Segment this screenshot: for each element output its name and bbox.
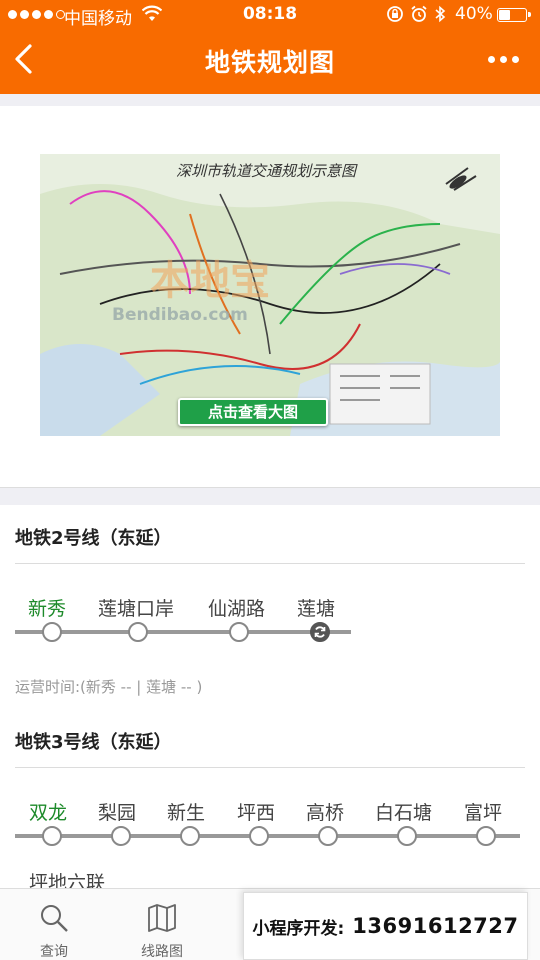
more-dots-icon[interactable] [488, 56, 519, 63]
tab-search[interactable]: 查询 [0, 889, 108, 960]
section-divider [0, 487, 540, 505]
station-label[interactable]: 白石塘 [375, 798, 432, 825]
station-label[interactable]: 富坪 [464, 798, 502, 825]
refresh-icon [314, 626, 326, 638]
section-divider [0, 94, 540, 106]
station-label[interactable]: 高桥 [306, 798, 344, 825]
status-icons [386, 5, 446, 28]
station-label[interactable]: 仙湖路 [208, 594, 265, 621]
station-node[interactable] [128, 622, 148, 642]
map-icon [147, 903, 177, 937]
metro-plan-map[interactable]: 本地宝 Bendibao.com 深圳市轨道交通规划示意图 点击查看大图 [40, 154, 500, 436]
page-title: 地铁规划图 [204, 48, 335, 77]
station-node[interactable] [111, 826, 131, 846]
station-label[interactable]: 新生 [167, 798, 205, 825]
station-label[interactable]: 坪西 [237, 798, 275, 825]
line-title: 地铁2号线（东延） [15, 528, 172, 549]
battery-percent: 40% [455, 4, 493, 24]
alarm-icon [410, 5, 428, 28]
station-node[interactable] [180, 826, 200, 846]
station-node[interactable] [318, 826, 338, 846]
promo-banner[interactable]: 小程序开发: 13691612727 [243, 892, 528, 960]
bluetooth-icon [434, 5, 446, 28]
battery-icon [497, 8, 531, 22]
map-graphic: 本地宝 Bendibao.com [40, 154, 500, 436]
station-node[interactable] [229, 622, 249, 642]
station-node[interactable] [476, 826, 496, 846]
station-node[interactable] [397, 826, 417, 846]
station-node[interactable] [249, 826, 269, 846]
tab-label: 线路图 [141, 944, 183, 960]
station-label[interactable]: 梨园 [98, 798, 136, 825]
view-large-map-button[interactable]: 点击查看大图 [178, 398, 328, 426]
station-label[interactable]: 莲塘口岸 [98, 594, 174, 621]
current-station-node[interactable] [310, 622, 330, 642]
tab-label: 查询 [40, 944, 68, 960]
line-track [15, 630, 351, 634]
map-title: 深圳市轨道交通规划示意图 [176, 162, 357, 180]
separator [15, 563, 525, 564]
station-node[interactable] [42, 622, 62, 642]
promo-phone: 13691612727 [352, 914, 519, 938]
separator [15, 767, 525, 768]
search-icon [39, 903, 69, 937]
tab-route-map[interactable]: 线路图 [108, 889, 216, 960]
line-title: 地铁3号线（东延） [15, 732, 172, 753]
station-label[interactable]: 莲塘 [297, 594, 335, 621]
rotation-lock-icon [386, 5, 404, 28]
map-watermark-url: Bendibao.com [112, 305, 248, 325]
station-node[interactable] [42, 826, 62, 846]
station-label[interactable]: 新秀 [28, 594, 66, 621]
promo-label: 小程序开发: [252, 918, 345, 939]
operating-hours: 运营时间:(新秀 -- | 莲塘 -- ) [15, 678, 203, 696]
battery-fill [499, 10, 511, 20]
station-label[interactable]: 双龙 [29, 798, 67, 825]
map-watermark: 本地宝 [150, 258, 270, 304]
top-bar: 中国移动 08:18 40% 地铁规划图 [0, 0, 540, 94]
status-bar: 中国移动 08:18 40% [0, 0, 540, 30]
